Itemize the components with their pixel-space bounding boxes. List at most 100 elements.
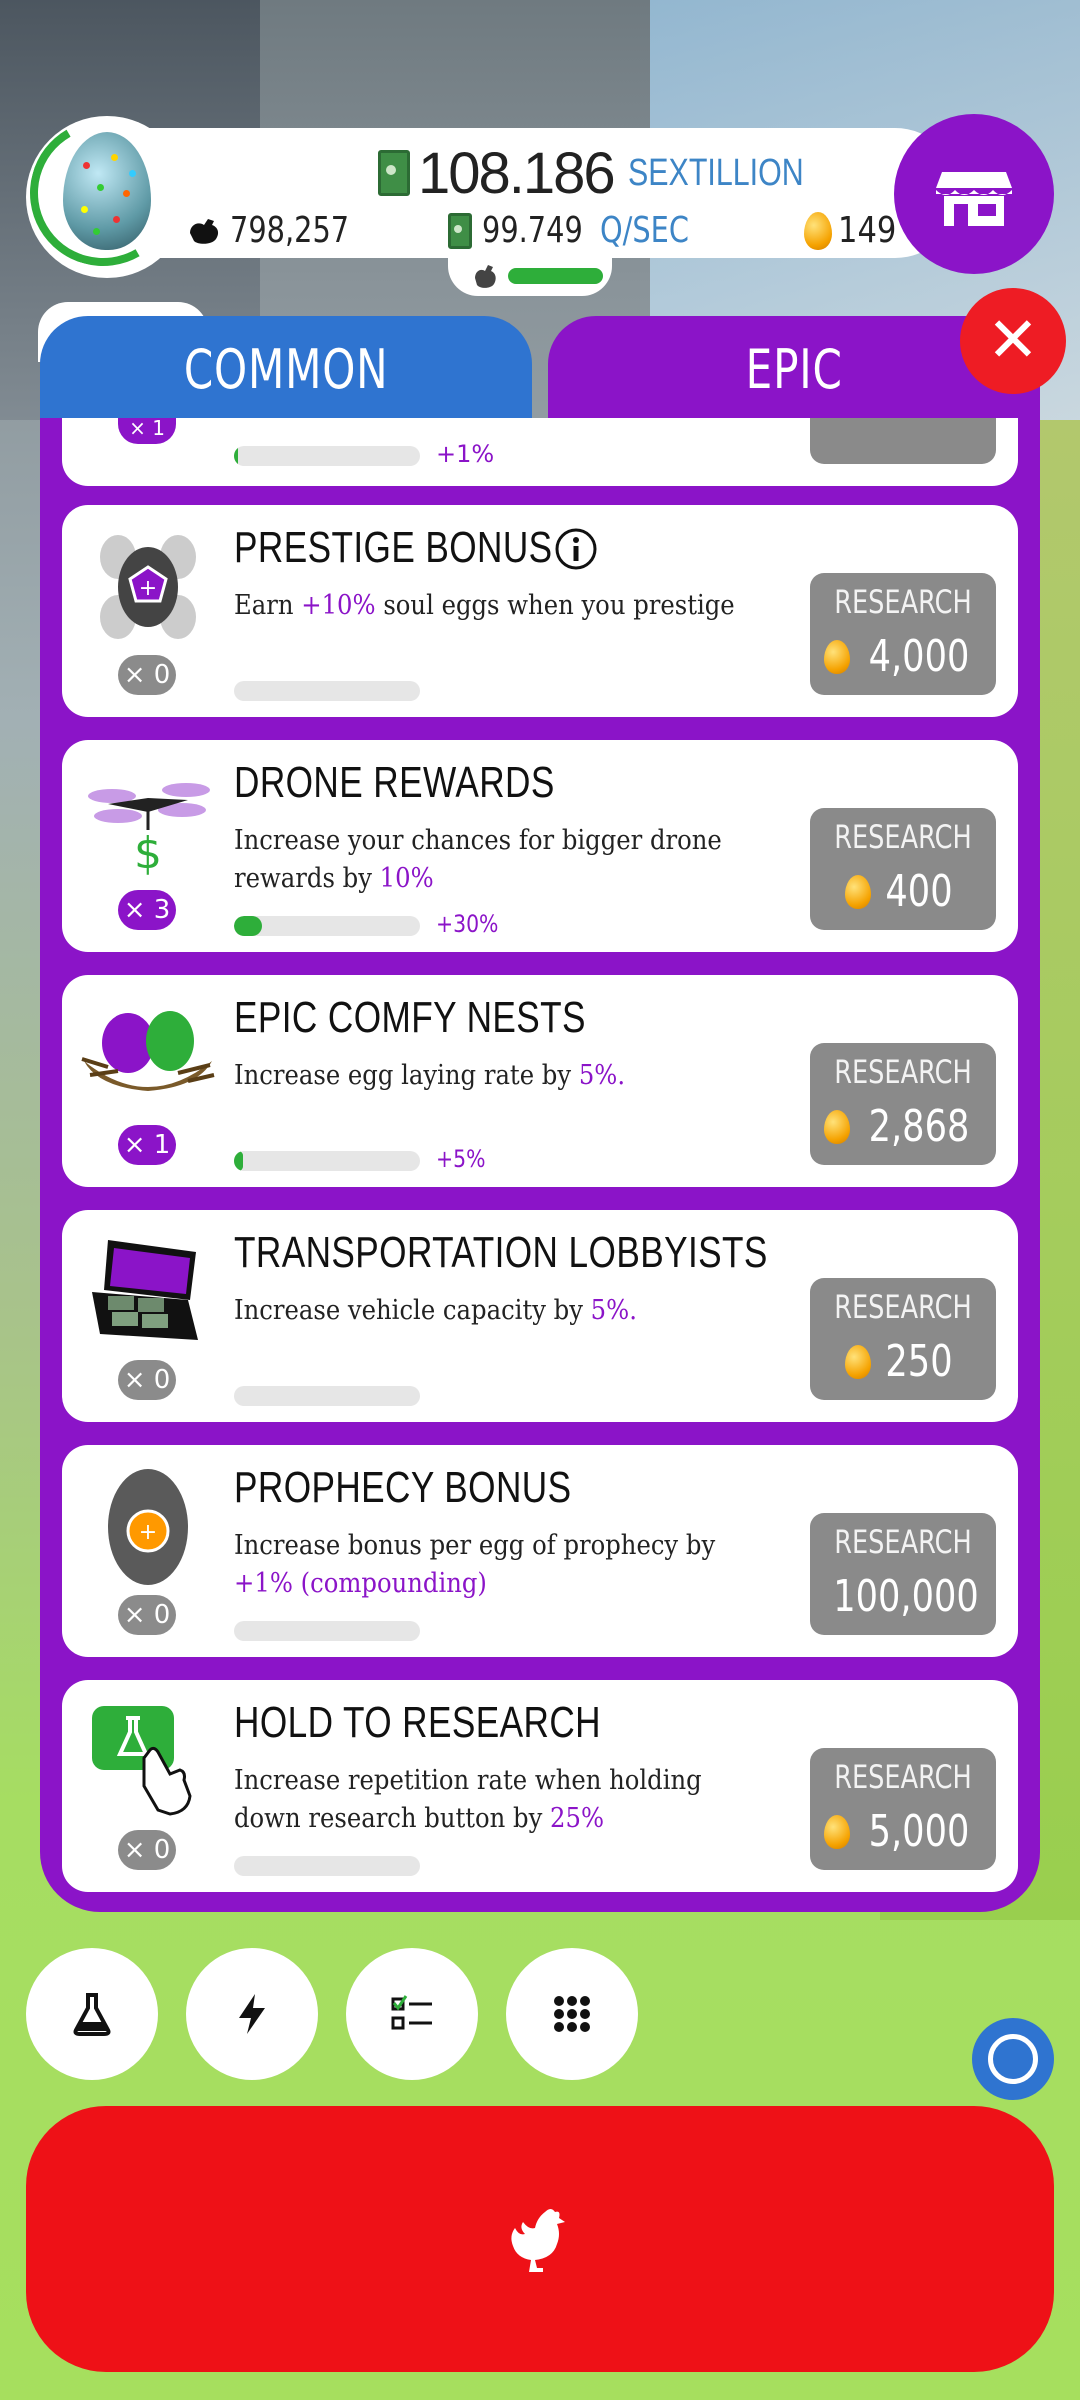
money-value: 108.186 <box>418 140 616 206</box>
progress-bar <box>234 1621 420 1641</box>
research-title: EPIC COMFY NESTS <box>234 993 586 1042</box>
svg-text:+: + <box>139 576 157 601</box>
research-icon: + <box>78 1465 218 1591</box>
shop-icon <box>936 172 1012 226</box>
hab-capacity-fill <box>508 268 603 284</box>
svg-text:$: $ <box>134 828 162 879</box>
research-title: HOLD TO RESEARCH <box>234 1698 601 1747</box>
menu-button[interactable] <box>506 1948 638 2080</box>
cost-value: 250 <box>885 1336 953 1387</box>
research-card[interactable]: + × 0 PROPHECY BONUS Increase bonus per egg… <box>62 1445 1018 1657</box>
soul-egg-icon: + <box>100 535 196 639</box>
research-description: Increase bonus per egg of prophecy by +1… <box>234 1527 738 1603</box>
money-unit: SEXTILLION <box>627 151 804 194</box>
research-button-label: RESEARCH <box>834 583 972 621</box>
bonus-label: +1% <box>436 440 495 468</box>
tab-epic-label: EPIC <box>745 338 843 401</box>
bonus-label: +30% <box>436 910 499 938</box>
nest-icon <box>81 1011 215 1091</box>
close-icon: ✕ <box>987 303 1039 376</box>
research-cost: 400 <box>810 866 996 917</box>
progress-bar <box>234 681 420 701</box>
cash-icon <box>378 150 410 196</box>
research-button-label: RESEARCH <box>834 1758 972 1796</box>
progress-bar <box>234 1386 420 1406</box>
research-card[interactable]: × 1 EPIC COMFY NESTS Increase egg laying r… <box>62 975 1018 1187</box>
research-button-label: RESEARCH <box>834 1288 972 1326</box>
description-text: Increase egg laying rate by <box>234 1060 579 1091</box>
research-card[interactable]: × 0 TRANSPORTATION LOBBYISTS Increase vehi… <box>62 1210 1018 1422</box>
hatch-chicken-button[interactable] <box>26 2106 1054 2372</box>
cost-value: 4,000 <box>868 631 970 682</box>
research-title: TRANSPORTATION LOBBYISTS <box>234 1228 768 1277</box>
shop-button[interactable] <box>894 114 1054 274</box>
count-badge: × 0 <box>118 1595 176 1635</box>
progress-fill <box>234 916 262 936</box>
research-lab-button[interactable] <box>26 1948 158 2080</box>
research-description: Increase egg laying rate by 5%. <box>234 1057 738 1095</box>
research-button[interactable]: RESEARCH 4,000 <box>810 573 996 695</box>
rate-unit: Q/SEC <box>599 210 689 251</box>
description-highlight: 5%. <box>590 1295 637 1326</box>
golden-egg-icon <box>845 1344 871 1379</box>
research-title: DRONE REWARDS <box>234 758 555 807</box>
count-badge: × 1 <box>118 418 176 444</box>
research-button[interactable]: RESEARCH 5,000 <box>810 1748 996 1870</box>
missions-button[interactable] <box>346 1948 478 2080</box>
description-text: Increase repetition rate when holding do… <box>234 1765 702 1834</box>
research-title: PROPHECY BONUS <box>234 1463 572 1512</box>
research-card[interactable]: × 0 HOLD TO RESEARCH Increase repetition r… <box>62 1680 1018 1892</box>
research-card-partial[interactable]: × 1 +1% <box>62 418 1018 486</box>
checklist-icon <box>391 1995 432 2030</box>
cash-icon <box>448 212 472 249</box>
research-card[interactable]: + × 0 PRESTIGE BONUS Earn +10% soul eggs wh… <box>62 505 1018 717</box>
boosts-button[interactable] <box>186 1948 318 2080</box>
research-icon <box>78 995 218 1121</box>
research-icon: $ <box>78 760 218 886</box>
earning-rate-display: 99.749 Q/SEC <box>448 210 711 251</box>
drone-icon: $ <box>88 783 210 879</box>
grid-icon <box>554 1996 590 2032</box>
research-button[interactable] <box>810 418 996 464</box>
lightning-icon <box>239 1994 265 2034</box>
tab-common-label: COMMON <box>183 338 389 401</box>
circle-button[interactable] <box>972 2018 1054 2100</box>
description-text: Increase your chances for bigger drone r… <box>234 825 722 894</box>
golden-egg-display: 149 <box>804 210 907 251</box>
cost-value: 2,868 <box>868 1101 970 1152</box>
research-description: Increase vehicle capacity by 5%. <box>234 1292 738 1330</box>
research-button-label: RESEARCH <box>834 1053 972 1091</box>
description-highlight: 25% <box>550 1803 605 1834</box>
golden-egg-icon <box>845 874 871 909</box>
research-card[interactable]: $ × 3 DRONE REWARDS Increase your chances f… <box>62 740 1018 952</box>
progress-bar <box>234 446 420 466</box>
research-description: Earn +10% soul eggs when you prestige <box>234 587 738 625</box>
chicken-icon <box>190 218 219 244</box>
bonus-label: +5% <box>436 1145 486 1173</box>
research-button-label: RESEARCH <box>834 818 972 856</box>
cost-value: 400 <box>885 866 953 917</box>
research-button[interactable]: RESEARCH 250 <box>810 1278 996 1400</box>
progress-fill <box>234 1151 244 1171</box>
hold-research-icon <box>92 1706 192 1816</box>
research-button[interactable]: RESEARCH 2,868 <box>810 1043 996 1165</box>
chicken-count: 798,257 <box>230 210 350 251</box>
research-button[interactable]: RESEARCH 100,000 <box>810 1513 996 1635</box>
research-cost: 250 <box>810 1336 996 1387</box>
tab-common[interactable]: COMMON <box>40 316 532 426</box>
info-icon[interactable] <box>554 527 598 571</box>
cost-value: 5,000 <box>868 1806 970 1857</box>
golden-egg-icon <box>824 1814 851 1849</box>
research-button[interactable]: RESEARCH 400 <box>810 808 996 930</box>
close-button[interactable]: ✕ <box>960 288 1066 394</box>
progress-bar <box>234 916 420 936</box>
research-title: PRESTIGE BONUS <box>234 523 553 572</box>
research-description: Increase repetition rate when holding do… <box>234 1762 738 1838</box>
golden-egg-icon <box>824 1109 851 1144</box>
description-highlight: +1% (compounding) <box>234 1568 487 1599</box>
golden-egg-icon <box>804 211 832 250</box>
description-highlight: 10% <box>379 863 434 894</box>
count-badge: × 3 <box>118 890 176 930</box>
chicken-count-display: 798,257 <box>186 210 379 251</box>
research-button-label: RESEARCH <box>834 1523 972 1561</box>
